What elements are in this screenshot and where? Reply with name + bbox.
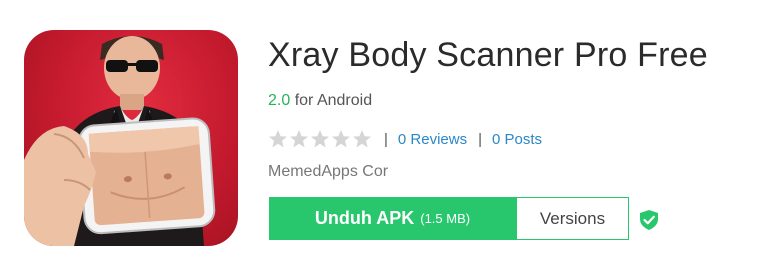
download-apk-button[interactable]: Unduh APK (1.5 MB) <box>269 197 516 240</box>
app-title: Xray Body Scanner Pro Free <box>268 36 708 74</box>
reviews-link[interactable]: 0 Reviews <box>398 131 467 148</box>
posts-link[interactable]: 0 Posts <box>492 131 542 148</box>
star-empty-icon <box>290 130 308 148</box>
shield-check-icon <box>640 210 658 230</box>
platform-text: for Android <box>294 92 373 109</box>
versions-button[interactable]: Versions <box>516 197 629 240</box>
star-empty-icon <box>269 130 287 148</box>
download-size: (1.5 MB) <box>420 211 471 226</box>
xray-scanner-illustration <box>24 36 216 246</box>
separator: | <box>478 130 483 148</box>
separator: | <box>384 130 388 148</box>
download-label: Unduh APK <box>314 208 415 228</box>
star-empty-icon <box>332 130 350 148</box>
rating-line: | 0 Reviews | 0 Posts <box>268 128 553 150</box>
star-empty-icon <box>353 130 371 148</box>
version-line: 2.0 for Android <box>268 92 372 110</box>
developer-name: MemedApps Cor <box>268 163 389 180</box>
app-icon <box>24 30 238 246</box>
rating-stars <box>268 129 372 149</box>
version-number: 2.0 <box>268 92 291 109</box>
star-empty-icon <box>311 130 329 148</box>
